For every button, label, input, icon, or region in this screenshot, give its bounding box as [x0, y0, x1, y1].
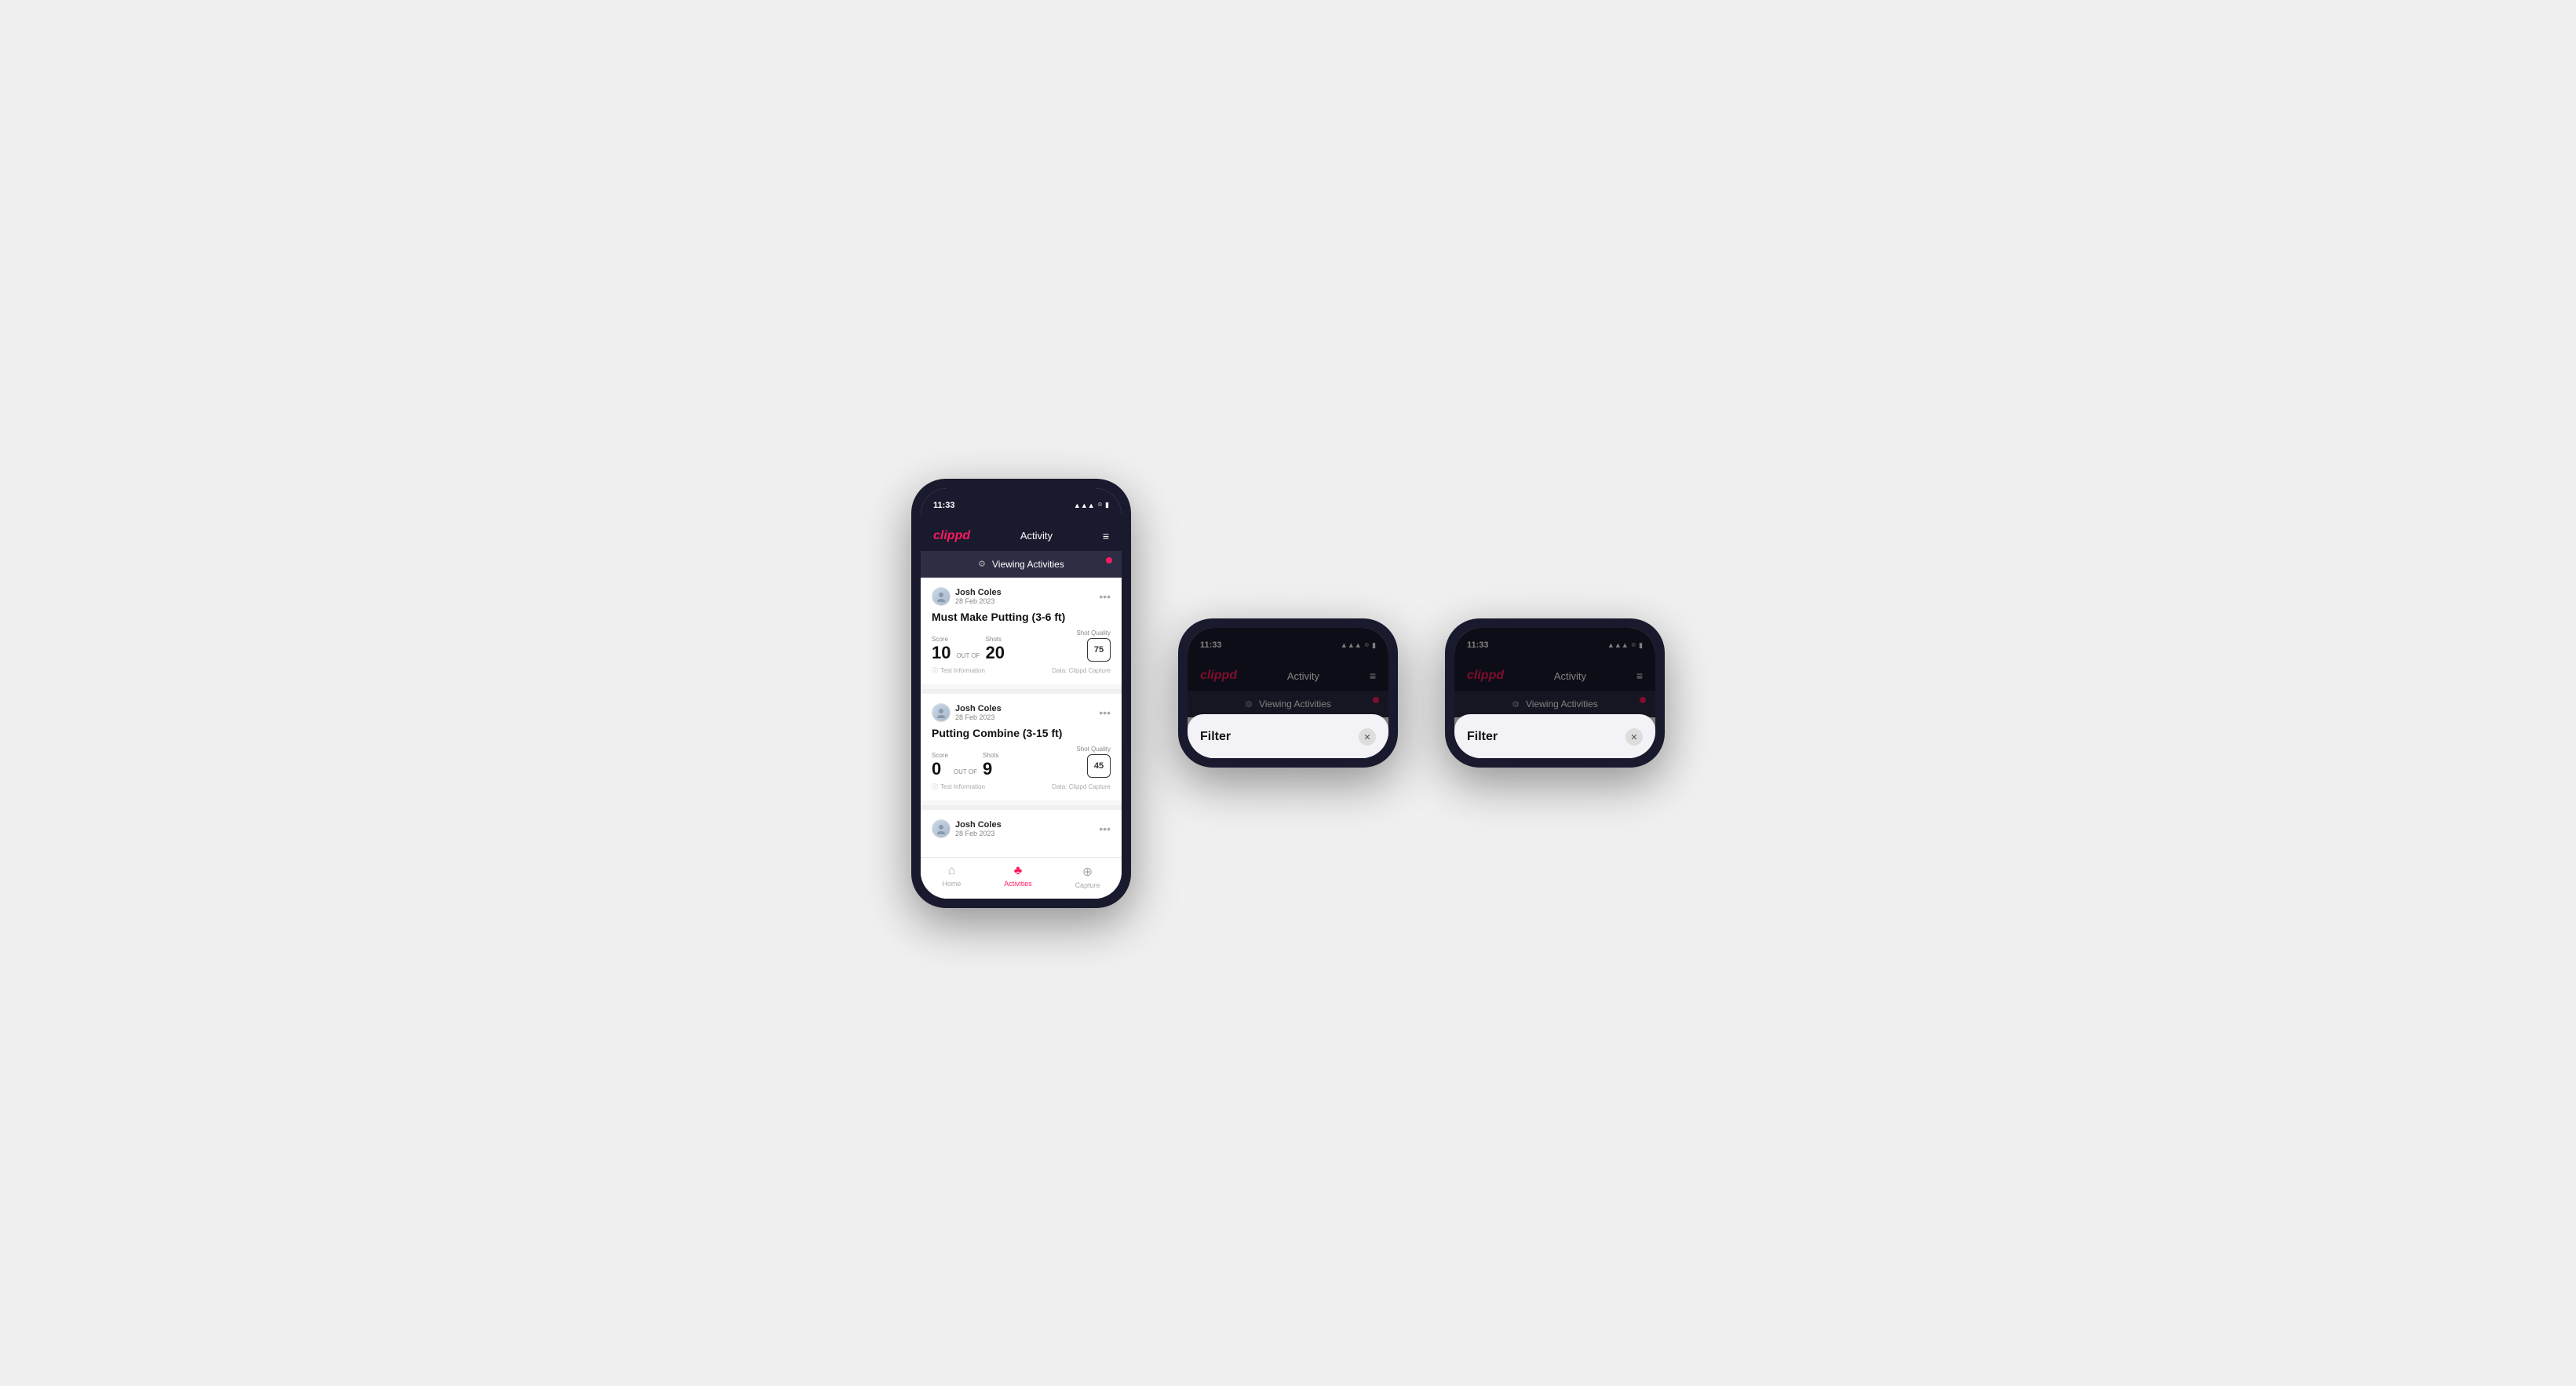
- user-date-1b: 28 Feb 2023: [955, 713, 1002, 721]
- filter-sheet-2: Filter ✕ Show Rounds Practice Drills Rou…: [1188, 714, 1388, 758]
- dots-menu-1b[interactable]: •••: [1099, 706, 1111, 719]
- filter-header-2: Filter ✕: [1188, 720, 1388, 752]
- card-title-1a: Must Make Putting (3-6 ft): [932, 611, 1111, 623]
- out-of-1a: OUT OF: [956, 652, 980, 659]
- test-info-1b: ⓘ Test Information: [932, 782, 985, 791]
- logo-1: clippd: [933, 529, 970, 543]
- phone-3: 11:33 ▲▲▲ ⌾ ▮ clippd Activity ≡ ⚙ Viewin…: [1445, 618, 1665, 768]
- bottom-nav-1: ⌂ Home ♣ Activities ⊕ Capture: [921, 857, 1122, 899]
- filter-footer-2: Clear Filters Apply: [1188, 752, 1388, 758]
- capture-label-1: Capture: [1075, 881, 1100, 889]
- shots-value-1a: 20: [986, 644, 1005, 662]
- activity-card-3[interactable]: Josh Coles 28 Feb 2023 •••: [921, 810, 1122, 852]
- shots-label-1b: Shots: [983, 752, 998, 759]
- avatar-1c: [932, 819, 950, 838]
- phone-2: 11:33 ▲▲▲ ⌾ ▮ clippd Activity ≡ ⚙ Viewin…: [1178, 618, 1398, 768]
- close-button-3[interactable]: ✕: [1626, 728, 1643, 746]
- data-source-1a: Data: Clippd Capture: [1052, 667, 1111, 674]
- user-name-1c: Josh Coles: [955, 820, 1002, 830]
- dots-menu-1a[interactable]: •••: [1099, 590, 1111, 603]
- score-value-1a: 10: [932, 644, 950, 662]
- activities-label-1: Activities: [1004, 880, 1032, 888]
- shots-value-1b: 9: [983, 760, 998, 778]
- user-info-1c: Josh Coles 28 Feb 2023: [932, 819, 1002, 838]
- user-name-1a: Josh Coles: [955, 588, 1002, 597]
- close-button-2[interactable]: ✕: [1359, 728, 1376, 746]
- card-title-1b: Putting Combine (3-15 ft): [932, 727, 1111, 739]
- dots-menu-1c[interactable]: •••: [1099, 822, 1111, 835]
- shots-label-1a: Shots: [986, 636, 1005, 643]
- capture-icon-1: ⊕: [1082, 864, 1093, 880]
- filter-icon-1: ⚙: [978, 559, 986, 569]
- stats-row-1a: Score 10 OUT OF Shots 20 Shot Quality: [932, 629, 1111, 662]
- user-name-1b: Josh Coles: [955, 704, 1002, 713]
- info-icon-1b: ⓘ: [932, 782, 938, 791]
- avatar-1b: [932, 703, 950, 722]
- stats-row-1b: Score 0 OUT OF Shots 9 Shot Quality: [932, 746, 1111, 778]
- shot-quality-badge-1a: 75: [1087, 638, 1111, 662]
- app-header-1: clippd Activity ≡: [921, 523, 1122, 551]
- scene: 11:33 ▲▲▲ ⌾ ▮ clippd Activity ≡ ⚙ Viewin…: [864, 432, 1712, 955]
- user-info-1a: Josh Coles 28 Feb 2023: [932, 587, 1002, 606]
- card-footer-1b: ⓘ Test Information Data: Clippd Capture: [932, 782, 1111, 791]
- out-of-1b: OUT OF: [954, 768, 977, 775]
- sq-label-1a: Shot Quality: [1076, 629, 1111, 636]
- filter-title-2: Filter: [1200, 730, 1231, 744]
- home-icon-1: ⌂: [948, 864, 956, 878]
- score-label-1a: Score: [932, 636, 950, 643]
- info-icon-1a: ⓘ: [932, 666, 938, 675]
- header-title-1: Activity: [1020, 530, 1053, 542]
- shot-quality-badge-1b: 45: [1087, 754, 1111, 778]
- activities-icon-1: ♣: [1014, 864, 1023, 878]
- filter-header-3: Filter ✕: [1454, 720, 1655, 752]
- data-source-1b: Data: Clippd Capture: [1052, 783, 1111, 790]
- score-label-1b: Score: [932, 752, 948, 759]
- filter-title-3: Filter: [1467, 730, 1498, 744]
- filter-overlay-3: Filter ✕ Show Rounds Practice Drills Pra…: [1454, 628, 1655, 758]
- home-label-1: Home: [942, 880, 961, 888]
- avatar-1a: [932, 587, 950, 606]
- nav-home-1[interactable]: ⌂ Home: [942, 864, 961, 889]
- activity-list-1: Josh Coles 28 Feb 2023 ••• Must Make Put…: [921, 578, 1122, 852]
- nav-capture-1[interactable]: ⊕ Capture: [1075, 864, 1100, 889]
- status-icons-1: ▲▲▲ ⌾ ▮: [1074, 501, 1109, 509]
- viewing-bar-text-1: Viewing Activities: [992, 559, 1064, 570]
- notification-dot-1: [1106, 557, 1112, 564]
- card-footer-1a: ⓘ Test Information Data: Clippd Capture: [932, 666, 1111, 675]
- viewing-bar-1[interactable]: ⚙ Viewing Activities: [921, 551, 1122, 578]
- sq-label-1b: Shot Quality: [1076, 746, 1111, 753]
- battery-icon: ▮: [1105, 501, 1109, 509]
- activity-card-2[interactable]: Josh Coles 28 Feb 2023 ••• Putting Combi…: [921, 694, 1122, 801]
- signal-icon: ▲▲▲: [1074, 502, 1095, 509]
- status-bar-1: 11:33 ▲▲▲ ⌾ ▮: [921, 488, 1122, 523]
- phone-1: 11:33 ▲▲▲ ⌾ ▮ clippd Activity ≡ ⚙ Viewin…: [911, 479, 1131, 908]
- wifi-icon: ⌾: [1098, 501, 1102, 509]
- filter-sheet-3: Filter ✕ Show Rounds Practice Drills Pra…: [1454, 714, 1655, 758]
- activity-card-1[interactable]: Josh Coles 28 Feb 2023 ••• Must Make Put…: [921, 578, 1122, 684]
- score-value-1b: 0: [932, 760, 948, 778]
- filter-overlay-2: Filter ✕ Show Rounds Practice Drills Rou…: [1188, 628, 1388, 758]
- user-info-1b: Josh Coles 28 Feb 2023: [932, 703, 1002, 722]
- nav-activities-1[interactable]: ♣ Activities: [1004, 864, 1032, 889]
- menu-button-1[interactable]: ≡: [1103, 530, 1109, 542]
- test-info-1a: ⓘ Test Information: [932, 666, 985, 675]
- filter-footer-3: Clear Filters Apply: [1454, 752, 1655, 758]
- user-date-1c: 28 Feb 2023: [955, 830, 1002, 837]
- user-date-1a: 28 Feb 2023: [955, 597, 1002, 605]
- time-1: 11:33: [933, 501, 955, 510]
